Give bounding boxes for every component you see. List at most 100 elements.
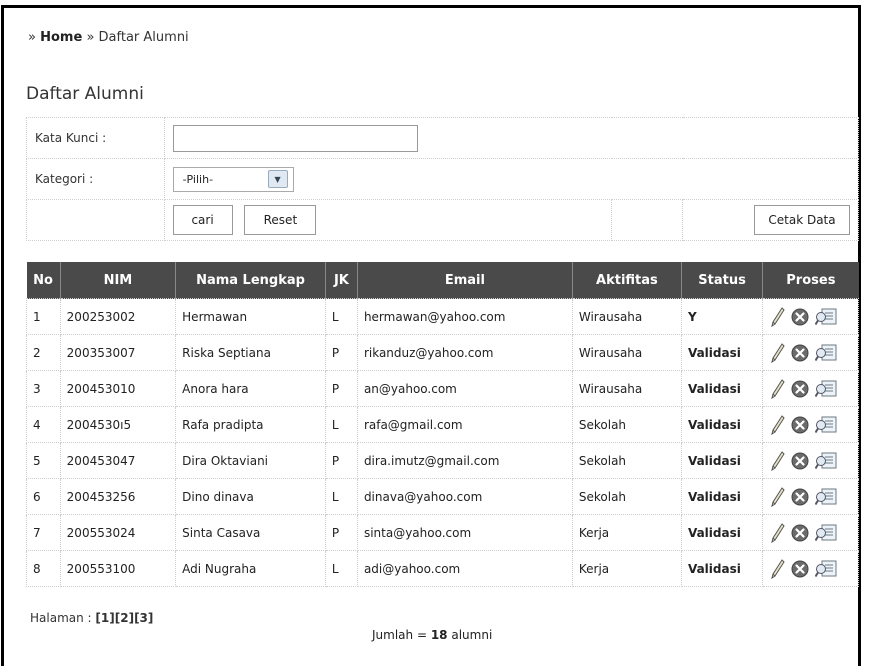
cell-nama: Dino dinava [175,478,326,515]
chevron-down-icon[interactable]: ▼ [267,170,288,188]
search-button[interactable]: cari [172,205,233,235]
edit-pencil-icon[interactable] [771,306,785,327]
page-link-2[interactable]: [2] [115,611,134,625]
cell-proses [762,478,859,515]
print-data-button[interactable]: Cetak Data [754,205,850,235]
keyword-input[interactable] [172,124,418,152]
edit-pencil-icon[interactable] [771,378,785,399]
column-header-nim[interactable]: NIM [60,262,177,299]
cell-no: 7 [26,514,61,551]
edit-pencil-icon[interactable] [771,522,785,543]
reset-button[interactable]: Reset [244,205,317,235]
column-header-aktifitas[interactable]: Aktifitas [572,262,682,299]
detail-icon[interactable] [815,380,837,398]
delete-icon[interactable] [791,560,809,578]
page-link-3[interactable]: [3] [134,611,153,625]
delete-icon[interactable] [791,452,809,470]
cell-no: 5 [26,442,61,479]
cell-jk: L [324,478,358,515]
pagination: Halaman : [1][2][3] [30,611,153,625]
edit-pencil-icon[interactable] [771,486,785,507]
detail-icon[interactable] [815,488,837,506]
filter-form: Kata Kunci : Kategori : -Pilih- ▼ cari R… [26,117,859,241]
detail-icon[interactable] [815,308,837,326]
cell-nama: Sinta Casava [175,514,326,551]
cell-email: dira.imutz@gmail.com [356,442,573,479]
cell-nama: Rafa pradipta [175,406,326,443]
breadcrumb-home-link[interactable]: Home [40,30,82,45]
page-link-1[interactable]: [1] [95,611,114,625]
table-row: 4 2004530ı5 Rafa pradipta Lrafa@gmail.com Se… [26,406,859,443]
delete-icon[interactable] [791,488,809,506]
total-prefix: Jumlah = [372,628,427,642]
detail-icon[interactable] [815,416,837,434]
delete-icon[interactable] [791,416,809,434]
total-count: Jumlah = 18 alumni [372,628,492,642]
column-header-jk[interactable]: JK [325,262,358,299]
cell-nim: 200453047 [59,442,177,479]
edit-pencil-icon[interactable] [771,558,785,579]
column-header-no[interactable]: No [26,262,61,299]
delete-icon[interactable] [791,308,809,326]
cell-status: Validasi [680,550,764,587]
category-select[interactable]: -Pilih- ▼ [172,166,294,192]
cell-no: 6 [26,478,61,515]
cell-no: 2 [26,334,61,371]
cell-jk: P [324,514,358,551]
cell-no: 1 [26,298,61,335]
edit-pencil-icon[interactable] [771,342,785,363]
cell-jk: L [324,298,358,335]
cell-proses [762,514,859,551]
cell-nim: 200553024 [59,514,177,551]
cell-email: rikanduz@yahoo.com [356,334,573,371]
cell-jk: L [324,550,358,587]
cell-aktifitas: Sekolah [571,478,682,515]
detail-icon[interactable] [815,344,837,362]
table-row: 5 200453047 Dira Oktaviani Pdira.imutz@gmai… [26,442,859,479]
cell-proses [762,370,859,407]
cell-nim: 200453256 [59,478,177,515]
table-row: 3 200453010 Anora hara Pan@yahoo.com Wirausa… [26,370,859,407]
cell-no: 3 [26,370,61,407]
table-header-row: No NIM Nama Lengkap JK Email Aktifitas S… [26,262,859,299]
cell-jk: P [324,334,358,371]
cell-proses [762,406,859,443]
cell-nim: 200553100 [59,550,177,587]
cell-nama: Dira Oktaviani [175,442,326,479]
pagination-label: Halaman : [30,611,92,625]
edit-pencil-icon[interactable] [771,414,785,435]
cell-no: 8 [26,550,61,587]
cell-no: 4 [26,406,61,443]
cell-nama: Adi Nugraha [175,550,326,587]
cell-email: hermawan@yahoo.com [356,298,573,335]
column-header-nama[interactable]: Nama Lengkap [175,262,326,299]
delete-icon[interactable] [791,380,809,398]
cell-nama: Anora hara [175,370,326,407]
cell-aktifitas: Kerja [571,514,682,551]
detail-icon[interactable] [815,560,837,578]
cell-status: Validasi [680,442,764,479]
detail-icon[interactable] [815,524,837,542]
cell-proses [762,334,859,371]
cell-status: Validasi [680,334,764,371]
alumni-table: No NIM Nama Lengkap JK Email Aktifitas S… [26,262,859,587]
cell-aktifitas: Sekolah [571,406,682,443]
delete-icon[interactable] [791,344,809,362]
detail-icon[interactable] [815,452,837,470]
cell-status: Validasi [680,406,764,443]
column-header-status[interactable]: Status [681,262,764,299]
breadcrumb-separator: » [86,30,95,45]
table-row: 8 200553100 Adi Nugraha Ladi@yahoo.com Kerja… [26,550,859,587]
edit-pencil-icon[interactable] [771,450,785,471]
breadcrumb-separator: » [28,30,36,45]
table-row: 1 200253002 Hermawan Lhermawan@yahoo.com Wir… [26,298,859,335]
keyword-label: Kata Kunci : [26,117,165,159]
cell-aktifitas: Wirausaha [571,334,682,371]
column-header-email[interactable]: Email [357,262,573,299]
column-header-proses[interactable]: Proses [762,262,859,299]
cell-proses [762,550,859,587]
cell-jk: P [324,442,358,479]
cell-jk: L [324,406,358,443]
cell-nim: 200353007 [59,334,177,371]
delete-icon[interactable] [791,524,809,542]
